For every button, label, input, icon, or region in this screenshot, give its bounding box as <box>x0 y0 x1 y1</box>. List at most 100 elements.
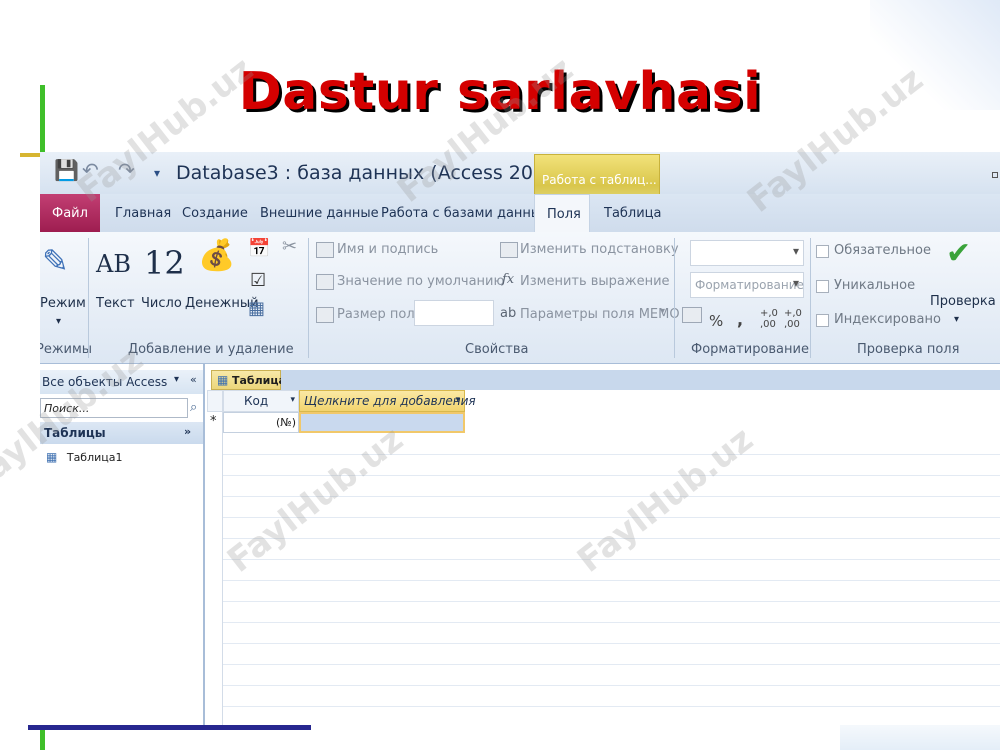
increase-decimals-button[interactable]: +,0 ,00 <box>760 308 778 330</box>
group-label-add-delete: Добавление и удаление <box>128 342 294 357</box>
tab-file[interactable]: Файл <box>40 194 100 232</box>
save-icon[interactable]: 💾 <box>54 158 79 182</box>
validation-button[interactable]: Проверка <box>930 294 996 309</box>
navigation-pane: Все объекты Access ▾ « Поиск... ⌕ Таблиц… <box>40 364 205 725</box>
decrease-decimals-button[interactable]: +,0 ,00 <box>784 308 802 330</box>
chevron-down-icon[interactable]: ▾ <box>660 306 665 317</box>
format-dropdown[interactable]: Форматирование ▾ <box>690 272 804 298</box>
required-label: Обязательное <box>834 243 931 258</box>
field-size-input[interactable] <box>414 300 494 326</box>
customize-toolbar-icon[interactable]: ▾ <box>154 166 160 180</box>
context-tab-label: Работа с таблиц... <box>542 173 657 187</box>
required-checkbox[interactable] <box>816 245 829 258</box>
field-size-label: Размер поля <box>337 307 423 322</box>
grid-line <box>223 454 1000 455</box>
tab-home[interactable]: Главная <box>115 206 171 221</box>
grid-line <box>223 664 1000 665</box>
yes-no-field-icon[interactable]: ☑ <box>250 270 266 291</box>
document-tab[interactable]: ▦ Таблица1 <box>211 370 294 390</box>
grid-line <box>223 685 1000 686</box>
tab-create[interactable]: Создание <box>182 206 248 221</box>
slide-title: Dastur sarlavhasi <box>238 62 762 122</box>
text-field-button[interactable]: Текст <box>96 296 135 311</box>
chevron-down-icon[interactable]: ▾ <box>290 395 295 405</box>
text-field-icon[interactable]: AB <box>96 250 131 278</box>
group-label-modes: Режимы <box>40 342 93 357</box>
document-tab-strip <box>281 370 1000 390</box>
data-type-dropdown[interactable]: ▾ <box>690 240 804 266</box>
search-icon[interactable]: ⌕ <box>190 400 197 415</box>
window-restore-icon[interactable] <box>992 172 998 178</box>
redo-icon[interactable]: ↷ <box>118 158 135 182</box>
currency-field-icon[interactable]: 💰 <box>198 238 235 273</box>
new-row-add-cell[interactable] <box>299 412 465 433</box>
view-mode-icon[interactable]: ✎ <box>42 242 69 280</box>
modify-expression-button[interactable]: Изменить выражение <box>520 274 670 289</box>
grid-line <box>223 622 1000 623</box>
group-label-formatting: Форматирование <box>691 342 809 357</box>
group-separator <box>308 238 309 358</box>
indexed-label: Индексировано <box>834 312 941 327</box>
delete-field-icon[interactable]: ✂ <box>282 236 297 257</box>
format-dropdown-value: Форматирование <box>695 278 804 292</box>
tab-database-tools[interactable]: Работа с базами данных <box>381 206 549 221</box>
column-header-click-to-add[interactable]: Щелкните для добавления ▾ <box>299 390 476 412</box>
access-window: 💾 ↶ ↷ ▾ Database3 : база данных (Access … <box>40 152 1000 725</box>
nav-group-tables[interactable]: Таблицы » <box>40 422 203 444</box>
tab-fields[interactable]: Поля <box>534 194 590 234</box>
column-header-row: Код ▾ Щелкните для добавления ▾ <box>207 390 1000 412</box>
memo-settings-button[interactable]: Параметры поля MEMO <box>520 307 680 322</box>
select-all-cell[interactable] <box>207 390 223 412</box>
unique-label: Уникальное <box>834 278 916 293</box>
chevron-down-icon[interactable]: ▾ <box>954 314 959 325</box>
chevron-down-icon[interactable]: ▾ <box>455 395 460 405</box>
default-value-button[interactable]: Значение по умолчанию <box>337 274 504 289</box>
currency-format-icon[interactable] <box>682 307 702 323</box>
nav-item-table[interactable]: ▦ Таблица1 <box>46 450 123 464</box>
table-icon: ▦ <box>46 450 58 464</box>
grid-line <box>223 601 1000 602</box>
name-caption-icon <box>316 242 334 258</box>
tab-table[interactable]: Таблица <box>604 206 662 221</box>
new-row-id-cell[interactable]: (№) <box>223 412 299 433</box>
view-mode-button[interactable]: Режим <box>40 296 86 311</box>
date-field-icon[interactable]: 📅 <box>248 238 270 259</box>
group-label-properties: Свойства <box>465 342 529 357</box>
table-icon: ▦ <box>217 373 229 387</box>
chevron-down-icon: ▾ <box>792 276 799 290</box>
group-label-field-validation: Проверка поля <box>857 342 960 357</box>
undo-icon[interactable]: ↶ <box>82 158 99 182</box>
column-header-label: Код <box>244 394 269 408</box>
modify-lookups-icon <box>500 242 518 258</box>
unique-checkbox[interactable] <box>816 280 829 293</box>
chevron-down-icon[interactable]: ▾ <box>56 316 61 327</box>
number-field-icon[interactable]: 12 <box>144 244 185 282</box>
more-fields-icon[interactable]: ▦ <box>248 298 265 319</box>
search-input[interactable]: Поиск... <box>40 398 188 418</box>
blue-accent-line <box>28 725 311 730</box>
name-caption-button[interactable]: Имя и подпись <box>337 242 438 257</box>
ribbon: ✎ Режим ▾ Режимы AB Текст 12 Число 💰 Ден… <box>40 232 1000 364</box>
green-accent-line-bottom <box>40 728 45 750</box>
nav-pane-header[interactable]: Все объекты Access ▾ « <box>40 370 203 394</box>
modify-lookups-button[interactable]: Изменить подстановку <box>520 242 679 257</box>
indexed-checkbox[interactable] <box>816 314 829 327</box>
ribbon-tabs: Файл Главная Создание Внешние данные Раб… <box>40 194 1000 234</box>
group-separator <box>88 238 89 358</box>
nav-group-label: Таблицы <box>44 426 106 440</box>
grid-line <box>223 643 1000 644</box>
tab-external-data[interactable]: Внешние данные <box>260 206 379 221</box>
grid-line <box>223 517 1000 518</box>
chevron-down-icon[interactable]: ▾ <box>174 374 179 385</box>
validation-check-icon[interactable]: ✔ <box>946 236 971 271</box>
new-row-marker: * <box>210 414 217 429</box>
column-header-id[interactable]: Код ▾ <box>223 390 299 412</box>
percent-format-button[interactable]: % <box>709 312 723 330</box>
collapse-group-icon[interactable]: » <box>184 425 191 438</box>
title-bar: 💾 ↶ ↷ ▾ Database3 : база данных (Access … <box>40 152 1000 232</box>
number-field-button[interactable]: Число <box>141 296 182 311</box>
field-size-icon <box>316 307 334 323</box>
comma-format-button[interactable]: , <box>737 310 743 329</box>
memo-settings-icon: ab <box>500 306 517 321</box>
collapse-pane-icon[interactable]: « <box>190 373 197 386</box>
